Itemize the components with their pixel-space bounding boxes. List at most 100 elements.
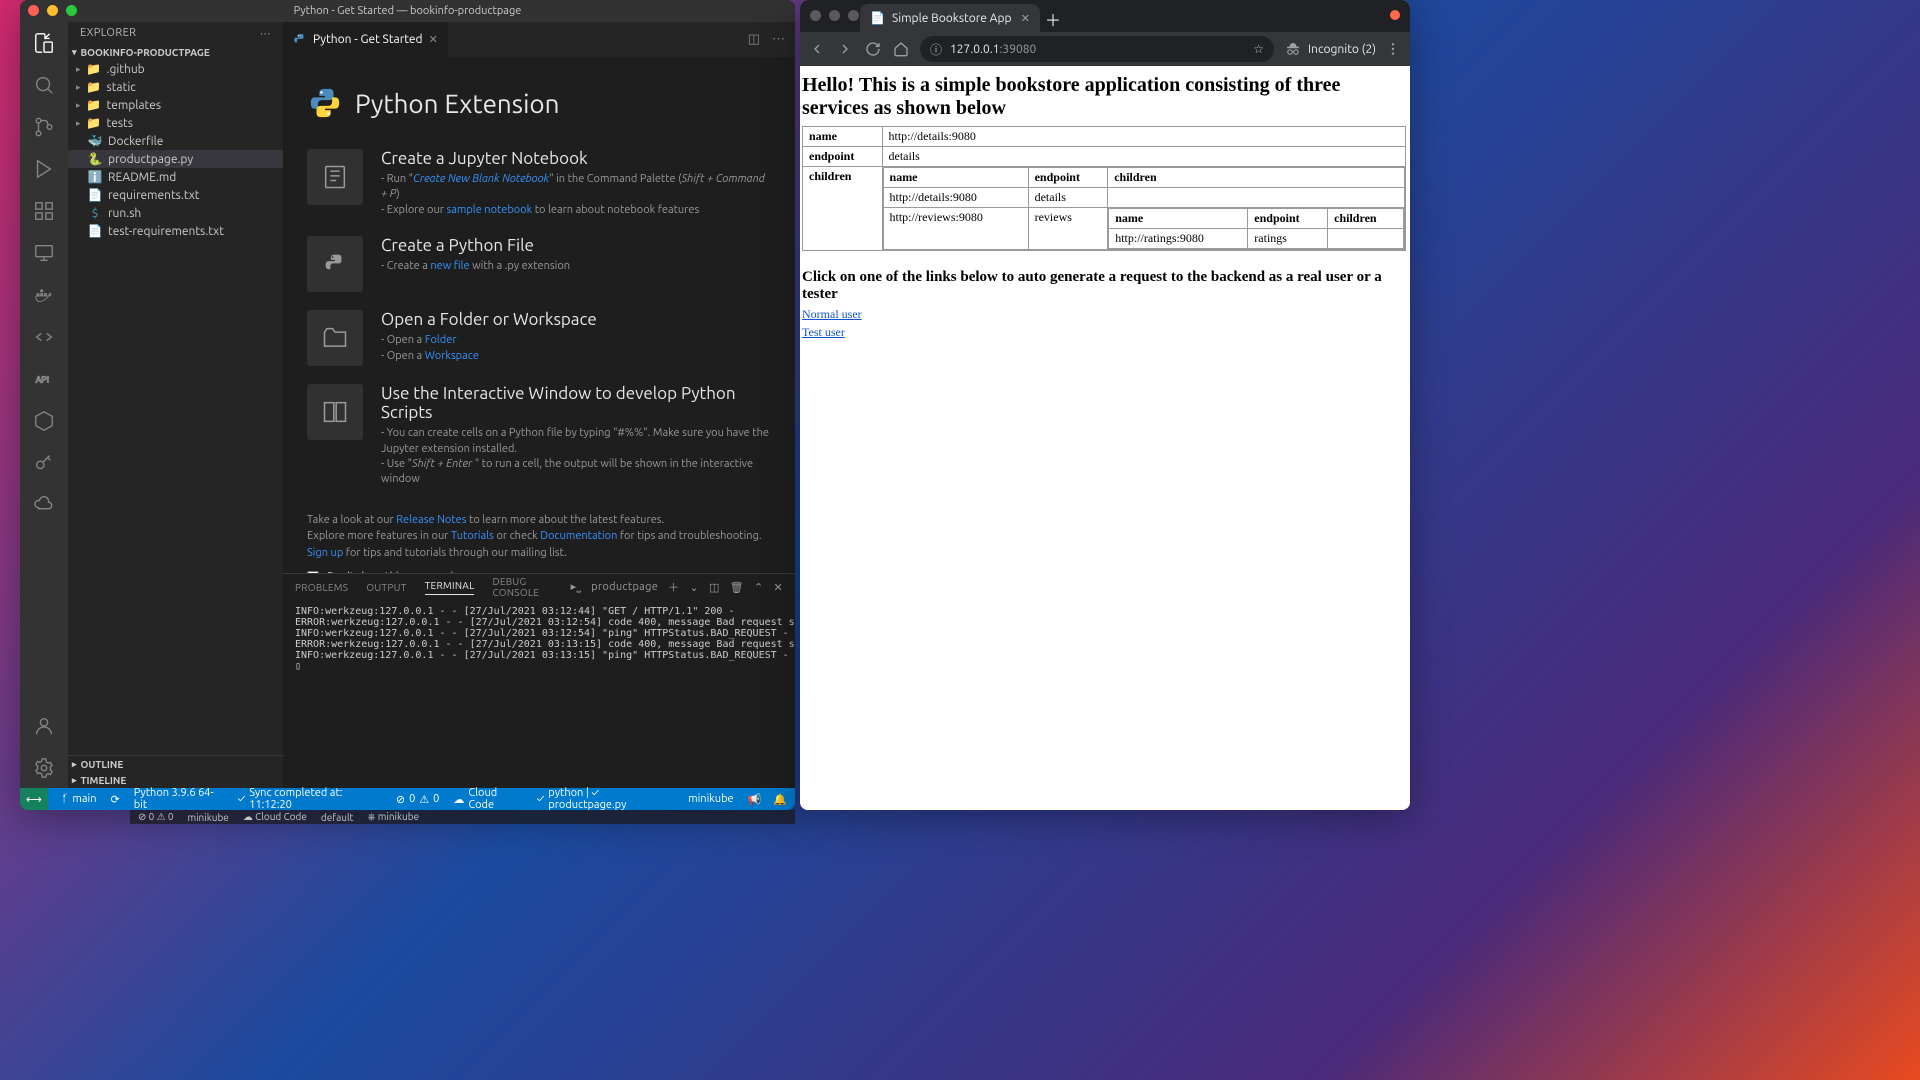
split-editor-icon[interactable]: ◫: [748, 32, 760, 47]
panel-tab-problems[interactable]: PROBLEMS: [295, 582, 348, 593]
traffic-lights[interactable]: [28, 5, 77, 16]
terminal-name[interactable]: productpage: [591, 581, 658, 593]
tutorials-link[interactable]: Tutorials: [451, 530, 494, 542]
chevron-down-icon: [72, 46, 77, 58]
outline-section[interactable]: OUTLINE: [68, 756, 283, 772]
terminal-dropdown-icon[interactable]: ⌄: [689, 581, 699, 594]
remote-indicator[interactable]: ⟷: [20, 788, 48, 810]
tree-item-tests[interactable]: ▸ 📁tests: [68, 114, 283, 132]
remote-explorer-activity-icon[interactable]: [32, 241, 56, 265]
split-terminal-icon[interactable]: ◫: [709, 581, 720, 594]
chrome-traffic-lights[interactable]: [810, 10, 859, 21]
incognito-badge[interactable]: Incognito (2): [1284, 40, 1376, 58]
source-control-activity-icon[interactable]: [32, 115, 56, 139]
back-icon[interactable]: [808, 40, 826, 58]
terminal-output[interactable]: INFO:werkzeug:127.0.0.1 - - [27/Jul/2021…: [283, 600, 795, 788]
docker-activity-icon[interactable]: [32, 283, 56, 307]
panel-tab-output[interactable]: OUTPUT: [366, 582, 406, 593]
window-close-icon[interactable]: [28, 5, 39, 16]
new-file-link[interactable]: new file: [430, 260, 469, 272]
chrome-tab[interactable]: 📄 Simple Bookstore App ✕: [860, 4, 1040, 32]
new-terminal-icon[interactable]: ＋: [668, 579, 679, 595]
workspace-section[interactable]: BOOKINFO-PRODUCTPAGE: [68, 44, 283, 60]
cloud-sync-status[interactable]: ✓ Sync completed at: 11:12:20: [238, 787, 382, 810]
panel-maximize-icon[interactable]: ⌃: [754, 581, 764, 594]
minikube-status[interactable]: minikube: [688, 793, 733, 805]
tree-item-README-md[interactable]: ℹ️README.md: [68, 168, 283, 186]
tree-item-test-requirements-txt[interactable]: 📄test-requirements.txt: [68, 222, 283, 240]
feedback-icon[interactable]: 📢: [748, 793, 762, 806]
accounts-activity-icon[interactable]: [32, 714, 56, 738]
tree-item-label: requirements.txt: [108, 189, 200, 202]
terminal-shell-icon[interactable]: ▸⎵: [571, 580, 582, 594]
sidebar: EXPLORER ⋯ BOOKINFO-PRODUCTPAGE ▸ 📁.gith…: [68, 22, 283, 788]
menubar-item[interactable]: ⎈ minikube: [368, 811, 420, 823]
home-icon[interactable]: [892, 40, 910, 58]
menubar-item[interactable]: ☁ Cloud Code: [243, 811, 307, 823]
documentation-link[interactable]: Documentation: [540, 530, 617, 542]
new-tab-icon[interactable]: ＋: [1040, 6, 1066, 32]
create-notebook-link[interactable]: Create New Blank Notebook: [413, 173, 549, 185]
tree-item-static[interactable]: ▸ 📁static: [68, 78, 283, 96]
forward-icon[interactable]: [836, 40, 854, 58]
sync-status-icon[interactable]: ⟳: [111, 793, 120, 806]
tree-item-requirements-txt[interactable]: 📄requirements.txt: [68, 186, 283, 204]
extensions-activity-icon[interactable]: [32, 199, 56, 223]
more-actions-icon[interactable]: ⋯: [772, 32, 785, 47]
window-minimize-icon[interactable]: [47, 5, 58, 16]
test-user-link[interactable]: Test user: [802, 325, 1406, 340]
root-endpoint: details: [882, 147, 1405, 167]
tree-item-templates[interactable]: ▸ 📁templates: [68, 96, 283, 114]
tab-close-icon[interactable]: ✕: [429, 33, 438, 46]
bookmark-star-icon[interactable]: ☆: [1253, 42, 1264, 56]
run-debug-activity-icon[interactable]: [32, 157, 56, 181]
open-folder-link[interactable]: Folder: [425, 334, 457, 346]
cloud-code-status[interactable]: ☁ Cloud Code: [453, 787, 522, 810]
api-activity-icon[interactable]: API: [32, 367, 56, 391]
kill-terminal-icon[interactable]: 🗑: [730, 581, 744, 594]
chrome-notification-icon[interactable]: [1390, 10, 1400, 20]
release-notes-link[interactable]: Release Notes: [396, 514, 466, 526]
sign-up-link[interactable]: Sign up: [307, 547, 343, 559]
not-secure-icon[interactable]: ⓘ: [930, 41, 942, 58]
secret-manager-activity-icon[interactable]: [32, 451, 56, 475]
open-workspace-link[interactable]: Workspace: [425, 350, 479, 362]
vscode-titlebar[interactable]: Python - Get Started — bookinfo-productp…: [20, 0, 795, 22]
reload-icon[interactable]: [864, 40, 882, 58]
tree-item-Dockerfile[interactable]: 🐳Dockerfile: [68, 132, 283, 150]
card-title: Open a Folder or Workspace: [381, 310, 597, 329]
explorer-actions-icon[interactable]: ⋯: [260, 27, 271, 40]
tree-item-productpage-py[interactable]: 🐍productpage.py: [68, 150, 283, 168]
python-interpreter-status[interactable]: Python 3.9.6 64-bit: [134, 787, 224, 810]
tree-item-run-sh[interactable]: $run.sh: [68, 204, 283, 222]
language-status[interactable]: ✓ python | ✓ productpage.py: [537, 787, 675, 810]
kubernetes-activity-icon[interactable]: [32, 409, 56, 433]
git-branch-status[interactable]: ᚶ main: [62, 793, 97, 805]
timeline-section[interactable]: TIMELINE: [68, 772, 283, 788]
page-favicon-icon: 📄: [870, 11, 884, 25]
normal-user-link[interactable]: Normal user: [802, 307, 1406, 322]
cloud-code-activity-icon[interactable]: [32, 325, 56, 349]
search-activity-icon[interactable]: [32, 73, 56, 97]
docker-icon: 🐳: [88, 134, 102, 148]
notifications-icon[interactable]: 🔔: [773, 793, 787, 806]
card-1: Create a Python File- Create a new file …: [307, 236, 771, 292]
settings-activity-icon[interactable]: [32, 756, 56, 780]
url-bar[interactable]: ⓘ 127.0.0.1:39080 ☆: [920, 36, 1274, 62]
tree-item-label: productpage.py: [108, 153, 193, 166]
problems-status[interactable]: ⊘ 0 ⚠ 0: [396, 793, 440, 806]
chrome-tab-close-icon[interactable]: ✕: [1021, 12, 1030, 25]
menubar-item[interactable]: minikube: [188, 812, 229, 823]
menubar-item[interactable]: ⊘ 0 ⚠ 0: [138, 811, 174, 823]
menubar-item[interactable]: default: [321, 812, 354, 823]
tree-item--github[interactable]: ▸ 📁.github: [68, 60, 283, 78]
chrome-menu-icon[interactable]: [1384, 40, 1402, 58]
gcp-activity-icon[interactable]: [32, 493, 56, 517]
panel-close-icon[interactable]: ✕: [773, 581, 783, 594]
panel-tab-terminal[interactable]: TERMINAL: [425, 580, 475, 595]
window-maximize-icon[interactable]: [66, 5, 77, 16]
explorer-activity-icon[interactable]: [32, 31, 56, 55]
sample-notebook-link[interactable]: sample notebook: [446, 204, 532, 216]
panel-tab-debug-console[interactable]: DEBUG CONSOLE: [492, 576, 552, 598]
tab-python-get-started[interactable]: Python - Get Started ✕: [283, 22, 449, 57]
